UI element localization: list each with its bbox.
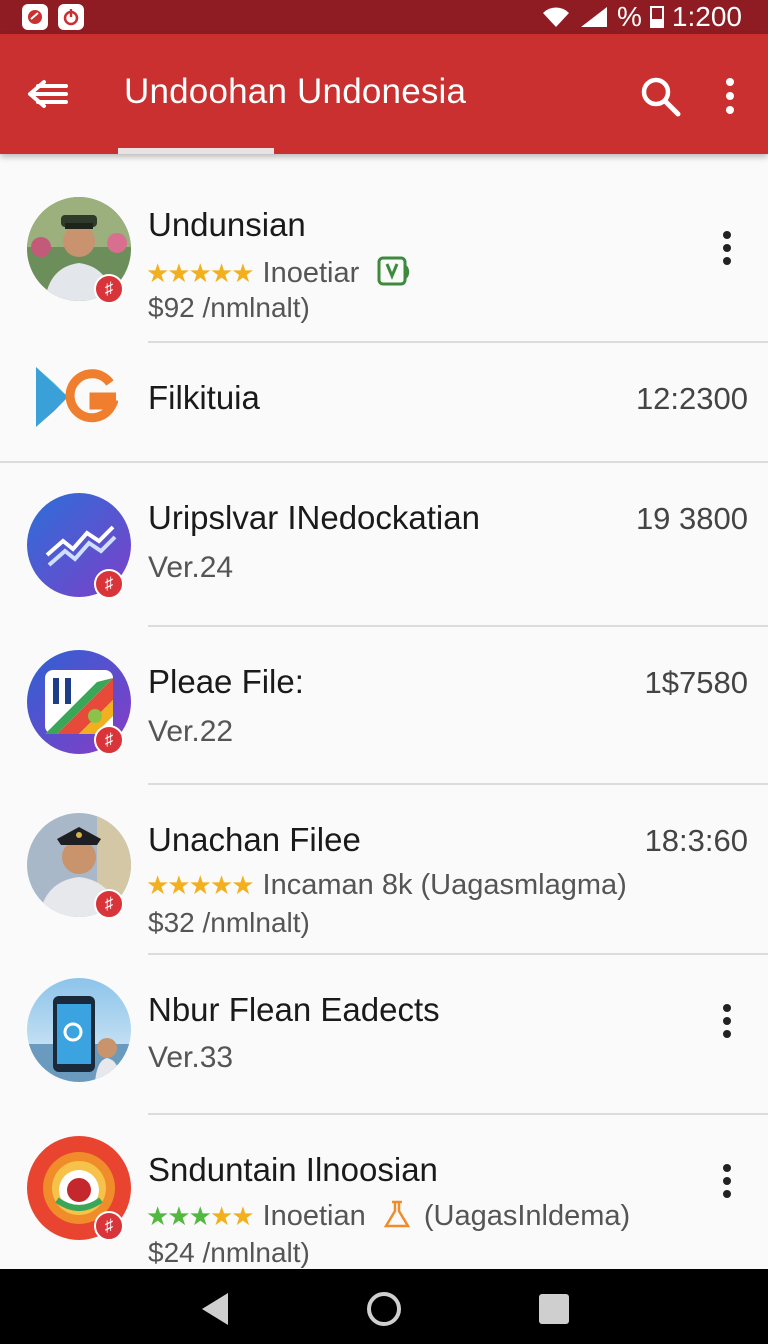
- rating-text: Inoetiar: [262, 257, 360, 289]
- rating-text: Inoetian: [262, 1200, 366, 1232]
- list-item[interactable]: ♯ Unachan Filee ★★★★★ Incaman 8k (Uagasml…: [0, 785, 768, 953]
- item-title: Unachan Filee: [148, 821, 361, 858]
- flask-icon: [383, 1200, 411, 1228]
- rating-text: Incaman 8k (Uagasmlagma): [262, 869, 627, 901]
- list-item[interactable]: ♯ Uripslvar INedockatian Ver.24 19 3800: [0, 463, 768, 625]
- home-circle-icon[interactable]: [364, 1289, 404, 1329]
- app-title: Undoohan Undonesia: [124, 72, 467, 111]
- item-title: Snduntain Ilnoosian: [148, 1151, 438, 1188]
- power-notification-icon: [58, 4, 84, 30]
- list-item[interactable]: Filkituia 12:2300: [0, 343, 768, 461]
- item-title: Uripslvar INedockatian: [148, 499, 480, 536]
- item-overflow-icon[interactable]: [716, 230, 738, 266]
- overflow-menu-icon[interactable]: [716, 76, 744, 116]
- item-meta: 1$7580: [644, 665, 748, 700]
- app-badge: ♯: [94, 1211, 124, 1241]
- app-badge: ♯: [94, 725, 124, 755]
- item-overflow-icon[interactable]: [716, 1163, 738, 1199]
- app-list: ♯ Undunsian ★★★★★ Inoetiar $92 /nmlnalt) …: [0, 154, 768, 1269]
- app-badge: ♯: [94, 569, 124, 599]
- list-item[interactable]: ♯ Snduntain Ilnoosian ★★★★★ Inoetian (Uag…: [0, 1115, 768, 1269]
- item-meta: 12:2300: [635, 381, 748, 416]
- list-item[interactable]: ♯ Pleae File: Ver.22 1$7580: [0, 627, 768, 783]
- app-badge: ♯: [94, 274, 124, 304]
- rating-line: ★★★★★ Inoetiar: [146, 256, 417, 290]
- item-title: Nbur Flean Eadects: [148, 991, 440, 1028]
- app-badge: ♯: [94, 889, 124, 919]
- battery-percent: %: [617, 1, 642, 32]
- recents-square-icon[interactable]: [534, 1289, 574, 1329]
- list-item[interactable]: Nbur Flean Eadects Ver.33: [0, 955, 768, 1113]
- item-price: $92 /nmlnalt): [148, 292, 310, 323]
- rating-line: ★★★★★ Inoetian (UagasInldema): [146, 1199, 630, 1233]
- plug-badge-icon: [377, 256, 410, 286]
- status-bar: % 1:200: [0, 0, 768, 34]
- search-icon[interactable]: [638, 74, 682, 118]
- item-price: $32 /nmlnalt): [148, 907, 310, 938]
- status-time: 1:200: [671, 1, 742, 32]
- item-version: Ver.33: [148, 1041, 234, 1074]
- phone-app-icon: [27, 978, 131, 1082]
- item-meta: 18:3:60: [644, 823, 748, 858]
- star-rating: ★★★★★: [146, 258, 255, 288]
- item-meta: 19 3800: [635, 501, 748, 536]
- navigation-bar: [0, 1269, 768, 1344]
- item-version: Ver.22: [148, 715, 234, 748]
- wifi-icon: [543, 7, 570, 27]
- rating-line: ★★★★★ Incaman 8k (Uagasmlagma): [146, 869, 627, 902]
- rating-suffix: (UagasInldema): [423, 1200, 631, 1232]
- back-arrow-icon[interactable]: [24, 72, 72, 116]
- item-title: Undunsian: [148, 206, 306, 243]
- play-g-logo-icon: [36, 367, 118, 427]
- app-bar: Undoohan Undonesia: [0, 34, 768, 154]
- item-title: Pleae File:: [148, 663, 304, 700]
- star-rating: ★★★★★: [146, 1201, 255, 1231]
- back-triangle-icon[interactable]: [196, 1289, 236, 1329]
- item-title: Filkituia: [148, 379, 260, 416]
- item-price: $24 /nmlnalt): [148, 1237, 310, 1268]
- signal-icon: [581, 7, 608, 27]
- app-notification-icon: [22, 4, 48, 30]
- star-rating: ★★★★★: [146, 870, 255, 900]
- item-overflow-icon[interactable]: [716, 1003, 738, 1039]
- list-item[interactable]: ♯ Undunsian ★★★★★ Inoetiar $92 /nmlnalt): [0, 154, 768, 342]
- battery-icon: [649, 6, 664, 28]
- item-version: Ver.24: [148, 551, 234, 584]
